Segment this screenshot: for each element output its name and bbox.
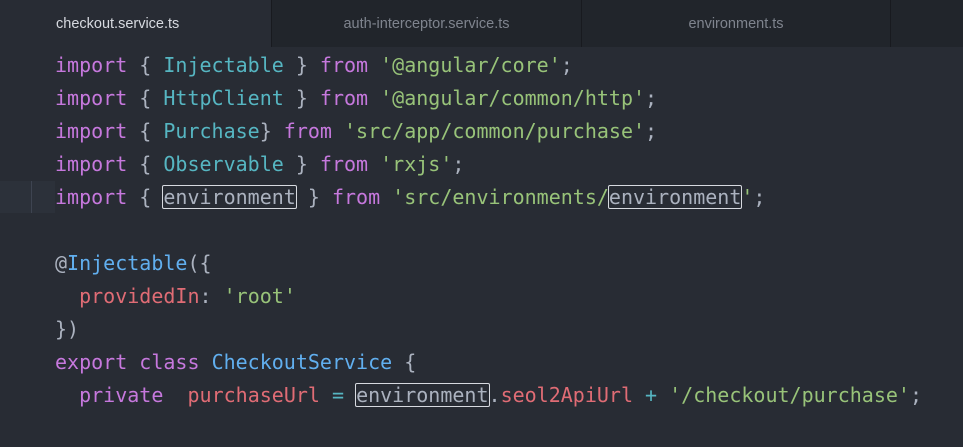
code-line-7: @Injectable({ xyxy=(55,251,212,275)
tab-environment[interactable]: environment.ts xyxy=(582,0,891,47)
tab-bar: checkout.service.ts auth-interceptor.ser… xyxy=(0,0,963,47)
code-line-4: import { Observable } from 'rxjs'; xyxy=(55,152,465,176)
code-line-1: import { Injectable } from '@angular/cor… xyxy=(55,53,573,77)
code-line-11: private purchaseUrl = environment.seol2A… xyxy=(79,383,923,407)
tab-label: checkout.service.ts xyxy=(56,15,180,32)
tab-auth-interceptor-service[interactable]: auth-interceptor.service.ts xyxy=(272,0,582,47)
gutter-divider xyxy=(31,181,32,213)
tab-label: auth-interceptor.service.ts xyxy=(343,15,510,32)
tab-bar-empty-space xyxy=(891,0,963,47)
selection-highlight: environment xyxy=(162,185,297,209)
selection-highlight: environment xyxy=(355,383,490,407)
tab-checkout-service[interactable]: checkout.service.ts xyxy=(0,0,272,47)
tab-label: environment.ts xyxy=(688,15,784,32)
code-line-2: import { HttpClient } from '@angular/com… xyxy=(55,86,658,110)
code-line-9: }) xyxy=(55,317,80,341)
selection-highlight: environment xyxy=(607,185,743,209)
code-line-10: export class CheckoutService { xyxy=(55,350,417,374)
code-line-8: providedIn: 'root' xyxy=(79,284,296,308)
gutter-current-line xyxy=(0,181,55,213)
code-editor[interactable]: import { Injectable } from '@angular/cor… xyxy=(0,47,963,447)
code-line-3: import { Purchase} from 'src/app/common/… xyxy=(55,119,658,143)
code-line-5: import { environment } from 'src/environ… xyxy=(55,185,766,209)
